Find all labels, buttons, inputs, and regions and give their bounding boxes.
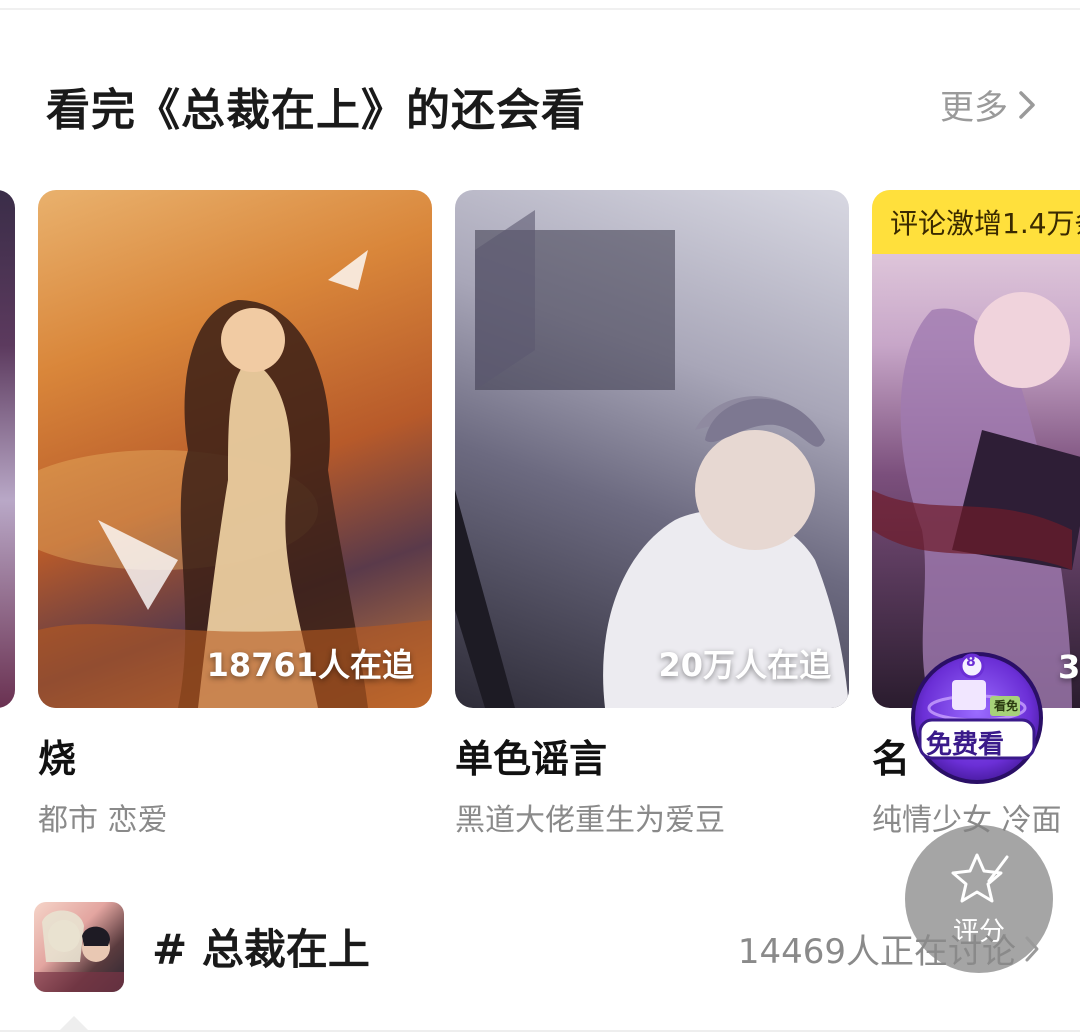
topic-thumbnail bbox=[34, 902, 124, 992]
comic-tags: 都市 恋爱 bbox=[38, 803, 168, 838]
topic-discussion-link[interactable]: 14469人正在讨论 bbox=[738, 924, 1040, 973]
topic-thumbnail-art bbox=[34, 910, 124, 992]
cover-illustration bbox=[455, 210, 849, 708]
topic-title[interactable]: # 总裁在上 bbox=[152, 916, 370, 977]
follow-count: 18761人在追 bbox=[206, 646, 414, 684]
follow-count: 3 bbox=[1058, 648, 1080, 686]
comic-card[interactable]: 20万人在追 单色谣言 黑道大佬重生为爱豆 bbox=[455, 190, 849, 839]
more-label: 更多 bbox=[940, 88, 1008, 128]
comment-surge-badge: 评论激增1.4万条 bbox=[872, 190, 1080, 254]
comic-cover[interactable]: 20万人在追 bbox=[455, 190, 849, 708]
free-badge-label: 免费看 bbox=[926, 730, 1005, 760]
cover-illustration bbox=[872, 292, 1080, 708]
comic-tags: 黑道大佬重生为爱豆 bbox=[455, 803, 725, 838]
bottom-divider bbox=[0, 1030, 1080, 1032]
free-badge-level: 8 bbox=[966, 654, 976, 670]
discussion-count: 14469人正在讨论 bbox=[737, 932, 1016, 972]
follow-count: 20万人在追 bbox=[658, 646, 831, 684]
free-badge-sublabel: 看免 bbox=[994, 699, 1019, 713]
free-read-badge-art bbox=[911, 652, 1043, 784]
comic-title[interactable]: 单色谣言 bbox=[455, 728, 849, 783]
more-link[interactable]: 更多 bbox=[940, 80, 1036, 129]
topic-row[interactable]: # 总裁在上 14469人正在讨论 bbox=[0, 880, 1080, 1010]
comic-cover[interactable]: 18761人在追 bbox=[38, 190, 432, 708]
cover-illustration bbox=[38, 250, 432, 708]
section-title: 看完《总裁在上》的还会看 bbox=[46, 85, 586, 136]
top-divider bbox=[0, 8, 1080, 10]
previous-card-edge[interactable] bbox=[0, 190, 15, 708]
chevron-right-icon bbox=[1019, 90, 1035, 119]
comic-title[interactable]: 烧 bbox=[38, 728, 432, 783]
chevron-right-icon bbox=[1025, 936, 1039, 961]
free-read-badge[interactable]: 8 看免 免费看 bbox=[906, 650, 1048, 790]
comic-cover[interactable]: 评论激增1.4万条 3 bbox=[872, 190, 1080, 708]
comic-card[interactable]: 18761人在追 烧 都市 恋爱 bbox=[38, 190, 432, 839]
